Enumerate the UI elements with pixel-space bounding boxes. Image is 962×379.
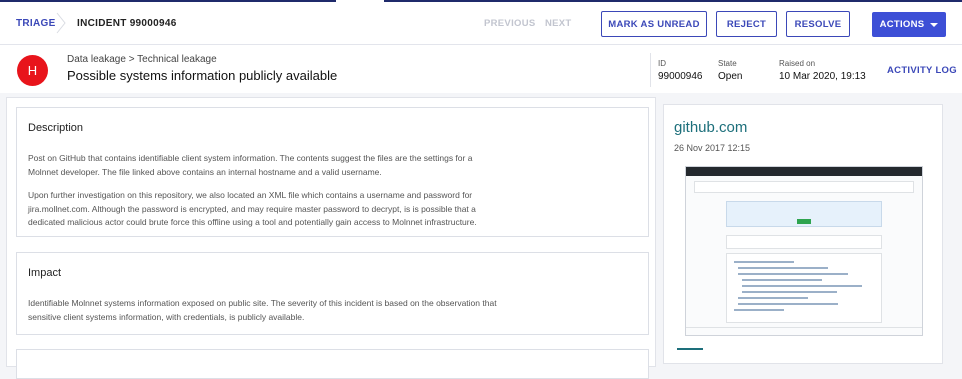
severity-avatar: H	[17, 55, 48, 86]
state-label: State	[718, 59, 737, 68]
id-value: 99000946	[658, 71, 703, 82]
impact-card: Impact Identifiable Molnnet systems info…	[16, 252, 649, 335]
details-panel: Description Post on GitHub that contains…	[6, 97, 656, 379]
incident-category: Data leakage > Technical leakage	[67, 54, 217, 65]
reject-button[interactable]: REJECT	[716, 11, 777, 37]
next-source-link[interactable]	[677, 348, 703, 358]
description-line: Molnnet developer. The file linked above…	[28, 166, 382, 177]
mark-as-unread-button[interactable]: MARK AS UNREAD	[601, 11, 707, 37]
incident-header: H Data leakage > Technical leakage Possi…	[0, 45, 962, 93]
incident-title: Possible systems information publicly av…	[67, 68, 338, 83]
impact-title: Impact	[28, 267, 62, 279]
actions-label: ACTIONS	[879, 19, 925, 30]
previous-button[interactable]: PREVIOUS	[484, 18, 536, 29]
description-line: Upon further investigation on this repos…	[28, 190, 473, 200]
github-page-thumbnail-icon[interactable]	[685, 166, 923, 336]
next-section-card	[16, 349, 649, 379]
description-line: dedicated malicious actor could brute fo…	[28, 217, 477, 227]
description-line: jira.mollnet.com. Although the password …	[28, 203, 476, 214]
source-panel: github.com 26 Nov 2017 12:15	[663, 104, 943, 364]
header-divider	[650, 53, 651, 87]
actions-dropdown-button[interactable]: ACTIONS	[872, 12, 946, 37]
activity-log-link[interactable]: ACTIVITY LOG	[887, 65, 957, 76]
top-navbar: TRIAGE INCIDENT 99000946 PREVIOUS NEXT M…	[0, 2, 962, 45]
resolve-button[interactable]: RESOLVE	[786, 11, 850, 37]
breadcrumb-incident: INCIDENT 99000946	[77, 18, 177, 29]
state-value: Open	[718, 71, 743, 82]
impact-line: sensitive client systems information, wi…	[28, 311, 305, 322]
raised-on-label: Raised on	[779, 59, 816, 68]
raised-on-value: 10 Mar 2020, 19:13	[779, 71, 866, 82]
impact-line: Identifiable Molnnet systems information…	[28, 298, 497, 308]
description-card: Description Post on GitHub that contains…	[16, 107, 649, 237]
breadcrumb-chevron-icon	[56, 12, 66, 34]
id-label: ID	[658, 59, 666, 68]
next-button[interactable]: NEXT	[545, 18, 572, 29]
source-date: 26 Nov 2017 12:15	[674, 143, 751, 153]
description-line: Post on GitHub that contains identifiabl…	[28, 153, 473, 163]
caret-down-icon	[930, 22, 939, 27]
description-title: Description	[28, 122, 84, 134]
source-domain-link[interactable]: github.com	[674, 119, 747, 136]
breadcrumb-triage-link[interactable]: TRIAGE	[16, 18, 56, 29]
